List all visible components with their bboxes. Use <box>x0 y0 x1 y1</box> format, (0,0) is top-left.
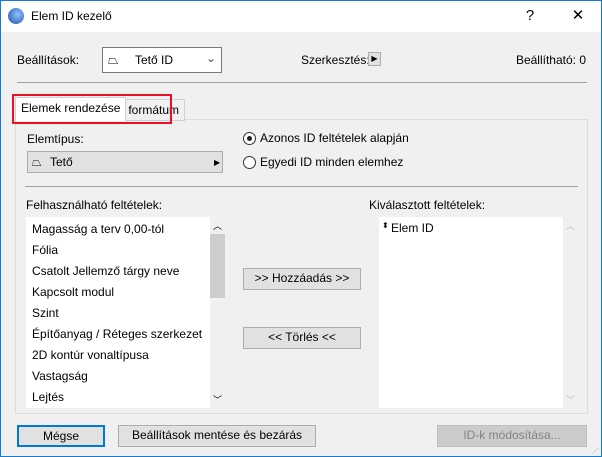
scroll-up-icon[interactable]: ︿ <box>213 219 222 232</box>
close-button[interactable]: ✕ <box>563 5 593 27</box>
tab-panel: Elemtípus: ⏢ Tető ▶ Azonos ID feltételek… <box>15 119 588 414</box>
title-bar: Elem ID kezelő ? ✕ <box>1 1 601 32</box>
available-list[interactable]: Magasság a terv 0,00-tól Fólia Csatolt J… <box>26 217 210 408</box>
list-item[interactable]: Fólia <box>32 243 58 257</box>
available-label: Felhasználható feltételek: <box>26 198 163 212</box>
list-item[interactable]: 2D kontúr vonaltípusa <box>32 348 149 362</box>
remove-button[interactable]: << Törlés << <box>243 327 361 349</box>
scroll-up-icon: ︿ <box>566 221 576 231</box>
list-item[interactable]: Magasság a terv 0,00-tól <box>32 222 164 236</box>
radio-same-id-label[interactable]: Azonos ID feltételek alapján <box>260 131 409 145</box>
radio-unique-id[interactable] <box>243 156 256 169</box>
list-item[interactable]: Lejtés <box>32 390 64 404</box>
roof-icon: ⏢ <box>32 155 42 169</box>
roof-icon: ⏢ <box>108 52 119 67</box>
window-title: Elem ID kezelő <box>31 9 112 23</box>
edit-label: Szerkesztés: <box>301 53 370 67</box>
list-item[interactable]: Vastagság <box>32 369 88 383</box>
list-item[interactable]: Elem ID <box>391 221 434 235</box>
settings-label: Beállítások: <box>17 53 80 67</box>
save-close-button[interactable]: Beállítások mentése és bezárás <box>118 425 316 447</box>
help-button[interactable]: ? <box>515 5 545 27</box>
scroll-down-icon: ﹀ <box>566 395 576 405</box>
scroll-thumb[interactable] <box>210 234 225 298</box>
list-item[interactable]: Kapcsolt modul <box>32 285 114 299</box>
arrow-right-icon: ▶ <box>214 158 221 167</box>
modify-ids-button: ID-k módosítása... <box>437 425 587 447</box>
available-scrollbar[interactable]: ︿ ﹀ <box>210 217 225 408</box>
dialog-window: Elem ID kezelő ? ✕ Beállítások: ⏢ Tető I… <box>0 0 602 457</box>
sort-icon: ⬍ <box>382 221 389 230</box>
element-type-label: Elemtípus: <box>27 132 84 146</box>
list-item[interactable]: Csatolt Jellemző tárgy neve <box>32 264 179 278</box>
resize-grip-icon[interactable]: ⋰ <box>592 447 599 455</box>
tabs-highlight <box>12 94 172 124</box>
chevron-down-icon: ⌄ <box>206 51 217 65</box>
settings-dropdown[interactable]: ⏢ Tető ID ⌄ <box>102 47 222 73</box>
settable-count: Beállítható: 0 <box>515 53 586 67</box>
radio-same-id[interactable] <box>243 132 256 145</box>
add-button[interactable]: >> Hozzáadás >> <box>243 268 361 290</box>
app-logo-icon <box>8 8 24 24</box>
scroll-down-icon[interactable]: ﹀ <box>213 393 222 406</box>
selected-scrollbar: ︿ ﹀ <box>563 217 578 408</box>
selected-list[interactable]: ⬍ Elem ID <box>379 217 563 408</box>
list-item[interactable]: Építőanyag / Réteges szerkezet <box>32 327 202 341</box>
settings-value: Tető ID <box>135 53 174 67</box>
selected-label: Kiválasztott feltételek: <box>369 198 486 212</box>
divider <box>17 82 587 83</box>
element-type-value: Tető <box>50 155 73 169</box>
list-item[interactable]: Szint <box>32 306 59 320</box>
element-type-button[interactable]: ⏢ Tető ▶ <box>27 151 223 173</box>
radio-unique-id-label[interactable]: Egyedi ID minden elemhez <box>260 155 403 169</box>
cancel-button[interactable]: Mégse <box>17 425 105 447</box>
divider <box>25 186 578 187</box>
edit-arrow-button[interactable]: ▶ <box>368 52 381 66</box>
